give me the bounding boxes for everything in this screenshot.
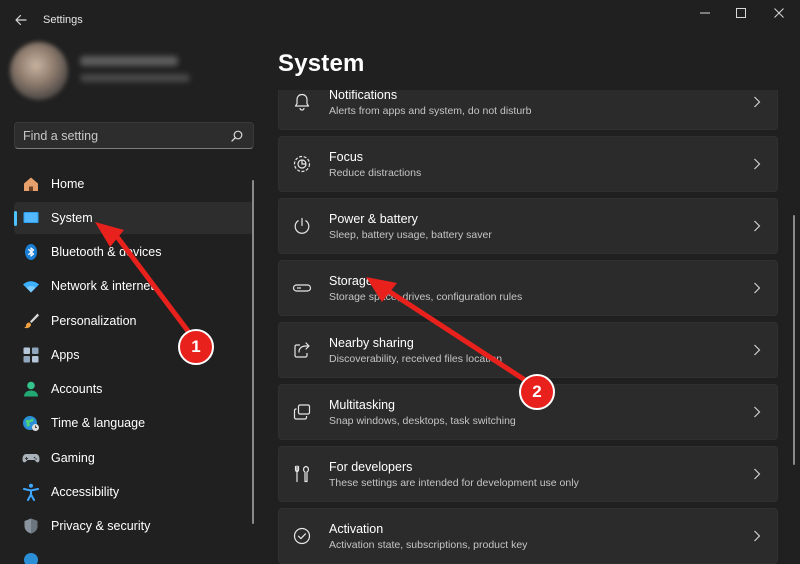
chevron-right-icon — [754, 468, 761, 480]
sidebar-item-apps[interactable]: Apps — [14, 339, 254, 371]
accessibility-icon — [23, 483, 39, 501]
sidebar-item-accessibility[interactable]: Accessibility — [14, 476, 254, 508]
apps-icon — [23, 347, 39, 363]
home-icon — [24, 177, 38, 191]
settings-card-power-battery[interactable]: Power & battery Sleep, battery usage, ba… — [278, 198, 778, 254]
settings-card-notifications[interactable]: Notifications Alerts from apps and syste… — [278, 90, 778, 130]
card-description: Snap windows, desktops, task switching — [329, 415, 516, 427]
multitasking-icon — [293, 404, 311, 420]
settings-window: Settings Home — [0, 0, 800, 564]
card-description: Reduce distractions — [329, 167, 422, 179]
back-button[interactable] — [8, 8, 34, 32]
chevron-right-icon — [754, 158, 761, 170]
sidebar-item-label: Privacy & security — [51, 519, 151, 533]
sidebar-item-label: Apps — [51, 348, 80, 362]
wifi-icon — [23, 281, 39, 293]
focus-icon — [293, 155, 311, 173]
sidebar-item-home[interactable]: Home — [14, 168, 254, 200]
page-title: System — [278, 50, 365, 77]
accounts-icon — [24, 381, 38, 397]
update-icon — [24, 553, 38, 564]
settings-card-nearby-sharing[interactable]: Nearby sharing Discoverability, received… — [278, 322, 778, 378]
card-description: Alerts from apps and system, do not dist… — [329, 105, 532, 117]
power-icon — [294, 217, 310, 234]
sidebar-item-label: Accessibility — [51, 485, 120, 499]
settings-card-activation[interactable]: Activation Activation state, subscriptio… — [278, 508, 778, 564]
shield-icon — [24, 518, 38, 534]
sidebar-item-time-language[interactable]: Time & language — [14, 407, 254, 439]
user-profile[interactable] — [10, 38, 190, 108]
sidebar-item-label: Network & internet — [51, 279, 154, 293]
main-scrollbar[interactable] — [793, 215, 795, 465]
maximize-icon — [736, 8, 746, 18]
activation-check-icon — [293, 527, 311, 545]
developer-tools-icon — [294, 465, 310, 483]
sidebar-item-accounts[interactable]: Accounts — [14, 373, 254, 405]
bluetooth-icon — [25, 244, 37, 260]
search-box[interactable] — [14, 122, 254, 149]
sidebar-item-network[interactable]: Network & internet — [14, 270, 254, 302]
sidebar-item-privacy-security[interactable]: Privacy & security — [14, 510, 254, 542]
sidebar-item-bluetooth[interactable]: Bluetooth & devices — [14, 236, 254, 268]
card-description: Discoverability, received files location — [329, 353, 503, 365]
sidebar-item-windows-update[interactable] — [14, 544, 254, 564]
card-description: Storage space, drives, configuration rul… — [329, 291, 523, 303]
card-title: Multitasking — [329, 398, 395, 412]
card-description: Activation state, subscriptions, product… — [329, 539, 528, 551]
sidebar-item-label: Time & language — [51, 416, 146, 430]
globe-icon — [23, 416, 39, 431]
settings-list: Notifications Alerts from apps and syste… — [278, 90, 778, 564]
brush-icon — [24, 313, 39, 329]
bell-icon — [294, 93, 310, 111]
card-description: Sleep, battery usage, battery saver — [329, 229, 492, 241]
chevron-right-icon — [754, 530, 761, 542]
annotation-callout-2: 2 — [519, 374, 555, 410]
chevron-right-icon — [754, 406, 761, 418]
settings-card-focus[interactable]: Focus Reduce distractions — [278, 136, 778, 192]
share-icon — [294, 342, 310, 358]
back-arrow-icon — [15, 14, 27, 26]
settings-card-storage[interactable]: Storage Storage space, drives, configura… — [278, 260, 778, 316]
card-title: For developers — [329, 460, 413, 474]
title-bar: Settings — [0, 0, 800, 40]
card-title: Nearby sharing — [329, 336, 414, 350]
user-email-blurred — [80, 74, 190, 82]
card-title: Notifications — [329, 90, 398, 102]
chevron-right-icon — [754, 96, 761, 108]
sidebar-item-label: Accounts — [51, 382, 103, 396]
card-title: Power & battery — [329, 212, 418, 226]
storage-icon — [292, 284, 312, 292]
sidebar-item-label: Bluetooth & devices — [51, 245, 162, 259]
maximize-button[interactable] — [724, 2, 758, 24]
search-input[interactable] — [23, 127, 223, 145]
gamepad-icon — [22, 454, 40, 463]
system-icon — [23, 212, 39, 223]
search-icon[interactable] — [231, 130, 243, 142]
minimize-button[interactable] — [688, 2, 722, 24]
sidebar-item-label: Gaming — [51, 451, 95, 465]
card-title: Activation — [329, 522, 384, 536]
annotation-callout-1: 1 — [178, 329, 214, 365]
sidebar-item-label: Home — [51, 177, 85, 191]
card-description: These settings are intended for developm… — [329, 477, 579, 489]
chevron-right-icon — [754, 344, 761, 356]
sidebar-item-system[interactable]: System — [14, 202, 254, 234]
card-title: Storage — [329, 274, 373, 288]
user-name-blurred — [80, 56, 178, 66]
chevron-right-icon — [754, 220, 761, 232]
sidebar-item-personalization[interactable]: Personalization — [14, 305, 254, 337]
active-indicator — [14, 211, 17, 226]
close-icon — [774, 8, 784, 18]
settings-card-for-developers[interactable]: For developers These settings are intend… — [278, 446, 778, 502]
close-button[interactable] — [762, 2, 796, 24]
minimize-icon — [700, 12, 710, 14]
chevron-right-icon — [754, 282, 761, 294]
sidebar-item-label: Personalization — [51, 314, 137, 328]
app-title: Settings — [43, 14, 83, 26]
sidebar-item-gaming[interactable]: Gaming — [14, 442, 254, 474]
sidebar-scrollbar[interactable] — [252, 180, 254, 524]
sidebar-item-label: System — [51, 211, 93, 225]
avatar — [10, 42, 68, 100]
card-title: Focus — [329, 150, 364, 164]
